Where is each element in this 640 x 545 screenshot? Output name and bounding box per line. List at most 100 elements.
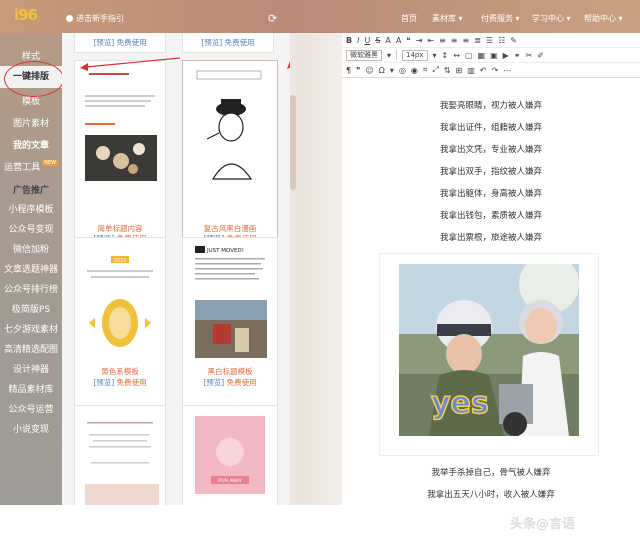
- template-card-yellow[interactable]: 2022 黄色系模板 [预览] 免费使用: [74, 237, 166, 412]
- template-gallery: [预览] 免费使用 [预览] 免费使用 简单标题内容 [预览] 免费使用: [62, 33, 290, 505]
- clear-format-icon[interactable]: ✎: [510, 36, 517, 45]
- free-use-link[interactable]: 免费使用: [117, 378, 147, 387]
- video-icon[interactable]: ▶: [503, 51, 509, 60]
- preview-link[interactable]: [预览]: [203, 378, 224, 387]
- format-painter-icon[interactable]: ✐: [537, 51, 544, 60]
- template-card-bw-title[interactable]: JUST MOVED! 黑白标题模板 [预览] 免费使用: [182, 237, 278, 412]
- new-user-guide-link[interactable]: 进击新手指引: [66, 13, 124, 24]
- border-icon[interactable]: ▢: [465, 51, 473, 60]
- template-card-partial-5[interactable]: [74, 405, 166, 505]
- watermark: 头条@言语: [510, 517, 576, 532]
- letter-spacing-icon[interactable]: ↔: [453, 51, 460, 60]
- omega-icon[interactable]: Ω: [379, 66, 385, 75]
- table-icon[interactable]: ▦: [478, 51, 486, 60]
- top-bar: i96 进击新手指引 ⟳ 首页 素材库 ▾ 付费服务 ▾ 学习中心 ▾ 帮助中心…: [0, 0, 640, 33]
- yes-sticker: yes: [430, 385, 489, 422]
- sidebar-item-novel[interactable]: 小说变现: [0, 422, 62, 435]
- nav-help-center[interactable]: 帮助中心 ▾: [584, 13, 623, 24]
- poem-line: 我拿出证件，组籍被人嫌弃: [439, 123, 542, 133]
- sidebar-item-my-articles[interactable]: 我的文章: [0, 138, 62, 151]
- sidebar-item-images[interactable]: 图片素材: [0, 116, 62, 129]
- list-icon[interactable]: ☰: [486, 36, 493, 45]
- fullscreen-icon[interactable]: ⤢: [432, 65, 438, 75]
- emoji-icon[interactable]: ☺: [365, 66, 373, 75]
- sidebar-item-design[interactable]: 设计神器: [0, 362, 62, 375]
- quote-block-icon[interactable]: ❞: [356, 66, 360, 75]
- align-left-icon[interactable]: ≡: [439, 36, 446, 45]
- sort-icon[interactable]: ⇅: [444, 66, 451, 75]
- sidebar-item-topic-tool[interactable]: 文章选题神器: [0, 262, 62, 275]
- scooter-photo[interactable]: yes: [399, 264, 579, 436]
- ordered-list-icon[interactable]: ☷: [498, 36, 505, 45]
- sidebar-item-premium[interactable]: 精品素材库: [0, 382, 62, 395]
- card-preview: [85, 73, 157, 181]
- card-preview: [196, 70, 262, 180]
- logo-text: i96: [14, 6, 38, 24]
- nav-materials[interactable]: 素材库 ▾: [432, 13, 463, 24]
- highlight-icon[interactable]: A: [396, 36, 401, 45]
- unlink-icon[interactable]: ✂: [525, 51, 532, 60]
- divider: [396, 50, 398, 60]
- card-title: 黑白标题模板: [207, 367, 253, 376]
- circle-icon[interactable]: ◎: [399, 66, 406, 75]
- text-color-icon[interactable]: A: [385, 36, 390, 45]
- preview-link[interactable]: [预览]: [93, 378, 114, 387]
- site-logo[interactable]: i96: [14, 6, 54, 28]
- sidebar-item-followers[interactable]: 微信加粉: [0, 242, 62, 255]
- undo-icon[interactable]: ↶: [480, 66, 487, 75]
- nav-paid-services[interactable]: 付费服务 ▾: [481, 13, 520, 24]
- align-right-icon[interactable]: ≡: [463, 36, 470, 45]
- poem-line: 我拿出钱包，素质被人嫌弃: [439, 211, 542, 221]
- more-icon[interactable]: ⋯: [503, 66, 511, 75]
- indent-icon[interactable]: ⇥: [416, 36, 423, 45]
- sidebar-item-mini-program[interactable]: 小程序模板: [0, 202, 62, 215]
- poem-line: 我拿出文凭，专业被人嫌弃: [439, 145, 542, 155]
- justify-icon[interactable]: ≣: [474, 36, 481, 45]
- target-icon[interactable]: ◉: [411, 66, 418, 75]
- paragraph-icon[interactable]: ¶: [346, 66, 351, 75]
- chevron-down-icon[interactable]: ▾: [387, 51, 391, 60]
- sidebar-item-qixi[interactable]: 七夕游戏素材: [0, 322, 62, 335]
- quote-icon[interactable]: ❝: [406, 36, 410, 45]
- underline-icon[interactable]: U: [364, 36, 370, 45]
- poem-line: 我拿出躯体，身高被人嫌弃: [439, 189, 542, 199]
- info-icon: [66, 15, 73, 22]
- poem-line: 我拿出五天八小时，收入被人嫌弃: [427, 490, 555, 500]
- chevron-down-icon[interactable]: ▾: [433, 51, 437, 60]
- redo-icon[interactable]: ↷: [491, 66, 498, 75]
- sidebar-item-monetize[interactable]: 公众号变现: [0, 222, 62, 235]
- outdent-icon[interactable]: ⇤: [427, 36, 434, 45]
- columns-icon[interactable]: ▥: [467, 66, 475, 75]
- line-height-icon[interactable]: ↕: [442, 51, 449, 60]
- poem-line: 我举手杀掉自己，骨气被人嫌弃: [431, 468, 551, 478]
- template-card-partial-left[interactable]: [预览] 免费使用: [74, 33, 166, 53]
- sidebar-item-ps[interactable]: 极简版PS: [0, 302, 62, 315]
- card-links[interactable]: [预览] 免费使用: [183, 37, 273, 48]
- refresh-icon[interactable]: ⟳: [268, 12, 277, 25]
- font-size-select[interactable]: 14px: [402, 49, 428, 61]
- sidebar-item-ops-tools[interactable]: 运营工具 NEW: [0, 160, 62, 173]
- card-preview: RUN AWAY: [195, 416, 265, 494]
- font-family-select[interactable]: 微软雅黑: [346, 49, 382, 61]
- template-card-simple-title[interactable]: 简单标题内容 [预览] 免费使用: [74, 60, 166, 243]
- image-icon[interactable]: ▣: [490, 51, 498, 60]
- card-links[interactable]: [预览] 免费使用: [75, 37, 165, 48]
- nav-home[interactable]: 首页: [401, 13, 417, 24]
- card-banner: RUN AWAY: [218, 478, 242, 484]
- sidebar-item-operation[interactable]: 公众号运营: [0, 402, 62, 415]
- align-center-icon[interactable]: ≡: [451, 36, 458, 45]
- grid-icon[interactable]: ⊞: [455, 66, 462, 75]
- template-card-retro-comic[interactable]: 复古风黑白漫画 [预览] 免费使用: [182, 60, 278, 243]
- template-card-partial-right[interactable]: [预览] 免费使用: [182, 33, 274, 53]
- free-use-link[interactable]: 免费使用: [227, 378, 257, 387]
- crop-icon[interactable]: ⌗: [423, 65, 428, 75]
- template-card-partial-6[interactable]: RUN AWAY: [182, 405, 278, 505]
- link-icon[interactable]: ⚭: [514, 51, 521, 60]
- nav-learning-center[interactable]: 学习中心 ▾: [532, 13, 571, 24]
- chevron-down-icon[interactable]: ▾: [390, 66, 394, 75]
- sidebar-item-ranking[interactable]: 公众号排行榜: [0, 282, 62, 295]
- bold-icon[interactable]: B: [346, 36, 352, 45]
- italic-icon[interactable]: I: [357, 36, 359, 45]
- sidebar-item-hd-images[interactable]: 高清精选配图: [0, 342, 62, 355]
- strikethrough-icon[interactable]: S: [375, 36, 380, 45]
